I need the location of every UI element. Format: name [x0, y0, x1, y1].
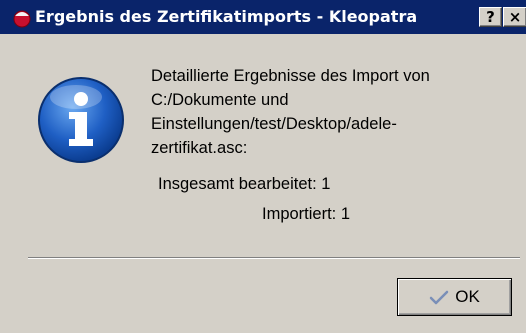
close-button[interactable]: × — [503, 7, 526, 27]
help-button[interactable]: ? — [479, 7, 502, 27]
checkmark-icon — [429, 290, 449, 305]
imported-row: Importiert: 1 — [262, 205, 350, 224]
title-bar[interactable]: Ergebnis des Zertifikatimports - Kleopat… — [0, 0, 526, 34]
total-processed-row: Insgesamt bearbeitet: 1 — [158, 175, 330, 194]
message-line: Einstellungen/test/Desktop/adele- — [151, 115, 397, 133]
imported-value: 1 — [340, 205, 351, 223]
separator — [28, 257, 520, 259]
information-icon — [38, 77, 124, 163]
message-line: zertifikat.asc: — [151, 139, 248, 157]
total-processed-label: Insgesamt bearbeitet: — [158, 175, 317, 193]
ok-label: OK — [455, 287, 480, 306]
message-line: Detaillierte Ergebnisse des Import von — [151, 67, 430, 85]
dialog-window: Ergebnis des Zertifikatimports - Kleopat… — [0, 0, 526, 333]
window-title: Ergebnis des Zertifikatimports - Kleopat… — [35, 7, 418, 26]
kleopatra-icon — [13, 10, 31, 28]
message-line: C:/Dokumente und — [151, 91, 289, 109]
imported-label: Importiert: — [262, 205, 337, 223]
import-message: Detaillierte Ergebnisse des Import von C… — [151, 64, 516, 160]
ok-button[interactable]: OK — [397, 278, 512, 316]
total-processed-value: 1 — [321, 175, 331, 193]
